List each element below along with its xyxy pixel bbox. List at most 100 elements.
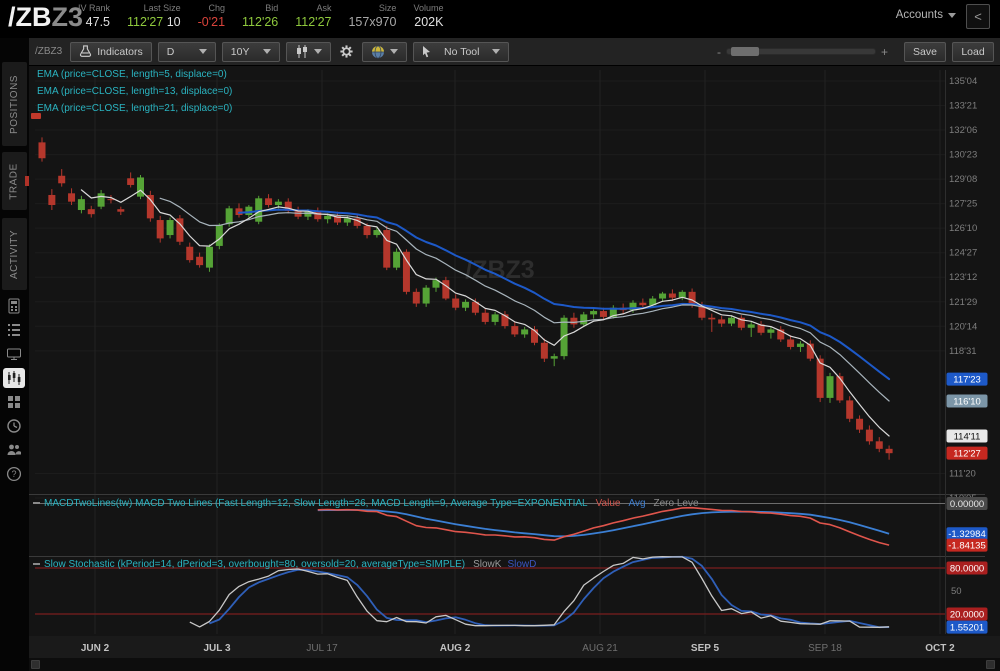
time-zoom-slider[interactable]: - + xyxy=(717,45,888,59)
grid-icon[interactable] xyxy=(3,392,25,412)
candle-up xyxy=(491,314,499,322)
line-sample-icon xyxy=(33,502,40,505)
candle-up xyxy=(560,317,568,357)
candle-down xyxy=(836,376,844,401)
candle-up xyxy=(137,177,144,197)
study-label-stochastic[interactable]: Slow Stochastic (kPeriod=14, dPeriod=3, … xyxy=(33,559,536,570)
quote-stats: IV Rank 47.5 Last Size 112'27 10 Chg -0'21 Bid… xyxy=(78,2,460,31)
candle-up xyxy=(77,199,85,211)
chart-canvas[interactable]: /ZBZ3135'04133'21132'06130'23129'08127'2… xyxy=(29,66,1000,671)
price-axis-label: 118'31 xyxy=(949,346,977,357)
line-sample-icon xyxy=(33,563,40,566)
chevron-down-icon xyxy=(948,12,956,18)
candle-down xyxy=(846,400,854,419)
drawing-tool-dropdown[interactable]: No Tool xyxy=(412,41,509,62)
svg-text:117'23: 117'23 xyxy=(953,375,981,386)
candle-down xyxy=(668,293,676,298)
candle-down xyxy=(196,256,204,266)
candle-up xyxy=(659,293,667,299)
stat-bid: Bid 112'26 xyxy=(242,2,278,31)
tab-label: POSITIONS xyxy=(9,74,21,134)
zoom-in-button[interactable]: + xyxy=(881,45,888,59)
candle-down xyxy=(511,326,519,335)
stat-label: IV Rank xyxy=(78,3,111,13)
svg-text:-1.84135: -1.84135 xyxy=(948,541,986,552)
price-axis-label: 121'29 xyxy=(949,297,977,308)
candle-down xyxy=(156,220,164,239)
svg-text:114'11: 114'11 xyxy=(954,432,981,443)
last-price-axis-bubble: 112'27 xyxy=(946,446,988,460)
chevron-down-icon xyxy=(313,49,322,54)
stat-label: Last Size xyxy=(143,3,181,13)
candle-down xyxy=(402,251,410,292)
chart-type-dropdown[interactable] xyxy=(285,41,331,62)
candle-down xyxy=(865,429,873,442)
tab-label: ACTIVITY xyxy=(9,229,21,279)
time-tick-label: AUG 2 xyxy=(440,643,471,654)
chart-style-dropdown[interactable] xyxy=(361,41,407,62)
stat-label: Bid xyxy=(265,3,279,13)
timeframe-dropdown[interactable]: D xyxy=(157,41,216,62)
stat-chg: Chg -0'21 xyxy=(198,2,225,31)
people-icon[interactable] xyxy=(3,440,25,460)
stat-value: 112'27 xyxy=(295,15,332,29)
candle-down xyxy=(383,230,391,268)
candle-down xyxy=(599,311,607,317)
chevron-left-icon: < xyxy=(974,9,982,24)
candle-down xyxy=(38,142,46,159)
zoom-out-button[interactable]: - xyxy=(717,45,721,59)
save-button[interactable]: Save xyxy=(904,41,946,62)
chart-icon[interactable] xyxy=(3,368,25,388)
study-label-ema21[interactable]: EMA (price=CLOSE, length=21, displace=0) xyxy=(37,103,232,114)
zoom-slider-handle[interactable] xyxy=(730,47,759,56)
study-label-ema13[interactable]: EMA (price=CLOSE, length=13, displace=0) xyxy=(37,86,232,97)
candle-down xyxy=(481,312,489,322)
chart-corner-button-left[interactable] xyxy=(31,660,40,669)
load-button[interactable]: Load xyxy=(952,41,994,62)
zoom-slider-track[interactable] xyxy=(725,47,876,56)
candle-down xyxy=(87,209,95,215)
quotes-icon[interactable] xyxy=(3,296,25,316)
sidebar-tab-activity[interactable]: ACTIVITY xyxy=(2,218,27,290)
candle-down xyxy=(787,339,795,347)
collapse-panel-button[interactable]: < xyxy=(966,4,990,29)
accounts-label: Accounts xyxy=(895,9,943,21)
price-axis-label: 133'21 xyxy=(949,101,977,112)
clock-icon[interactable] xyxy=(3,416,25,436)
symbol-root: /ZB xyxy=(8,2,52,32)
slowk-legend: SlowK xyxy=(473,559,502,570)
stat-value: -0'21 xyxy=(197,15,226,29)
candle-up xyxy=(826,376,834,398)
save-label: Save xyxy=(913,45,937,58)
time-tick-label: OCT 2 xyxy=(925,643,955,654)
chart-corner-button-right[interactable] xyxy=(986,660,995,669)
study-label-macd[interactable]: MACDTwoLines(tw) MACD Two Lines (Fast Le… xyxy=(33,498,699,509)
monitor-icon[interactable] xyxy=(3,344,25,364)
price-axis-label: 127'25 xyxy=(949,199,977,210)
candle-up xyxy=(796,343,804,347)
sidebar-tab-trade[interactable]: TRADE xyxy=(2,152,27,210)
help-icon[interactable]: ? xyxy=(3,464,25,484)
tool-value: No Tool xyxy=(444,45,480,58)
watchlist-icon[interactable] xyxy=(3,320,25,340)
globe-icon xyxy=(371,45,384,58)
sidebar-tab-positions[interactable]: POSITIONS xyxy=(2,62,27,146)
cursor-icon xyxy=(422,45,430,57)
candle-down xyxy=(885,448,893,454)
chart-settings-button[interactable] xyxy=(337,42,356,62)
stat-label: Chg xyxy=(208,3,226,13)
candle-up xyxy=(393,251,401,268)
time-tick-label: JUL 3 xyxy=(203,643,230,654)
svg-text:20.0000: 20.0000 xyxy=(950,610,984,621)
candle-down xyxy=(875,441,883,449)
indicators-label: Indicators xyxy=(97,45,143,58)
ema21-axis-bubble: 117'23 xyxy=(946,372,988,386)
range-dropdown[interactable]: 10Y xyxy=(221,41,280,62)
svg-text:116'10: 116'10 xyxy=(953,397,981,408)
indicators-button[interactable]: Indicators xyxy=(70,41,152,62)
candle-up xyxy=(550,356,558,359)
study-label-ema5[interactable]: EMA (price=CLOSE, length=5, displace=0) xyxy=(37,69,227,80)
macd-avg-bubble: -1.32984 xyxy=(946,527,988,541)
accounts-menu[interactable]: Accounts xyxy=(896,9,956,21)
macd-zero-bubble: 0.00000 xyxy=(946,497,988,511)
